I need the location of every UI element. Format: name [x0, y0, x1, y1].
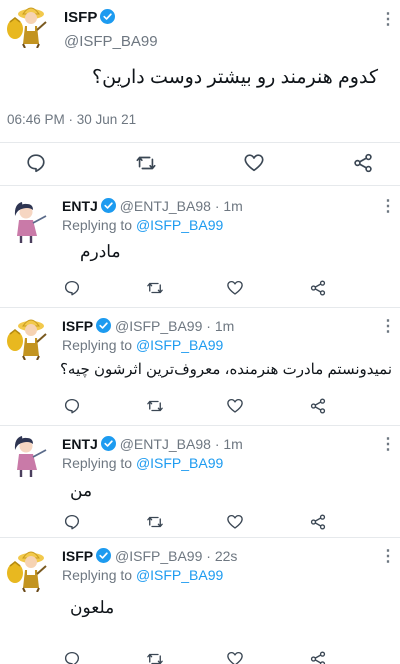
verified-badge-icon: [100, 436, 116, 451]
retweet-icon[interactable]: [135, 152, 157, 174]
share-icon[interactable]: [309, 650, 327, 664]
reply-text: من: [70, 481, 93, 500]
replying-prefix: Replying to: [62, 567, 133, 583]
replying-prefix: Replying to: [62, 217, 133, 233]
comment-icon[interactable]: [63, 397, 81, 415]
divider: [0, 142, 400, 143]
reply-text: نمیدونستم مادرت هنرمنده، معروف‌ترین اثرش…: [59, 361, 392, 378]
replying-to: Replying to @ISFP_BA99: [62, 455, 223, 471]
entj-avatar[interactable]: [6, 198, 52, 244]
reply-header: ISFP @ISFP_BA99 · 22s: [62, 548, 237, 564]
post-time: · 1m: [214, 436, 243, 452]
reply-tweet[interactable]: ENTJ @ENTJ_BA98 · 1m Replying to @ISFP_B…: [0, 188, 400, 308]
verified-badge-icon: [100, 9, 116, 24]
main-tweet: ISFP @ISFP_BA99 ⋮ کدوم هنرمند رو بیشتر د…: [0, 0, 400, 186]
mention-link[interactable]: @ISFP_BA99: [136, 567, 223, 583]
heart-icon[interactable]: [226, 279, 244, 297]
comment-icon[interactable]: [25, 152, 47, 174]
replying-prefix: Replying to: [62, 455, 133, 471]
display-name[interactable]: ISFP: [64, 9, 97, 26]
reply-header: ENTJ @ENTJ_BA98 · 1m: [62, 198, 243, 214]
heart-icon[interactable]: [226, 397, 244, 415]
reply-header: ISFP @ISFP_BA99 · 1m: [62, 318, 234, 334]
more-options-icon[interactable]: ⋮: [380, 319, 396, 335]
isfp-avatar[interactable]: [6, 2, 52, 48]
mention-link[interactable]: @ISFP_BA99: [136, 337, 223, 353]
tweet-timestamp[interactable]: 06:46 PM · 30 Jun 21: [7, 112, 136, 127]
more-options-icon[interactable]: ⋮: [380, 437, 396, 453]
handle[interactable]: @ISFP_BA99: [115, 318, 202, 334]
isfp-avatar[interactable]: [6, 314, 52, 360]
verified-badge-icon: [96, 318, 112, 333]
divider: [0, 185, 400, 186]
retweet-icon[interactable]: [146, 513, 164, 531]
reply-tweet[interactable]: ISFP @ISFP_BA99 · 22s Replying to @ISFP_…: [0, 538, 400, 664]
replying-prefix: Replying to: [62, 337, 133, 353]
entj-avatar[interactable]: [6, 432, 52, 478]
share-icon[interactable]: [309, 279, 327, 297]
reply-text: مادرم: [80, 242, 121, 261]
verified-badge-icon: [100, 198, 116, 213]
reply-header: ENTJ @ENTJ_BA98 · 1m: [62, 436, 243, 452]
verified-badge-icon: [96, 548, 112, 563]
reply-tweet[interactable]: ISFP @ISFP_BA99 · 1m Replying to @ISFP_B…: [0, 308, 400, 426]
handle[interactable]: @ENTJ_BA98: [120, 436, 211, 452]
author-name[interactable]: ISFP: [64, 9, 116, 27]
display-name[interactable]: ISFP: [62, 548, 93, 564]
share-icon[interactable]: [309, 513, 327, 531]
tweet-text: کدوم هنرمند رو بیشتر دوست دارین؟: [92, 67, 378, 88]
author-handle[interactable]: @ISFP_BA99: [64, 33, 158, 50]
heart-icon[interactable]: [243, 152, 265, 174]
isfp-avatar[interactable]: [6, 546, 52, 592]
retweet-icon[interactable]: [146, 279, 164, 297]
replying-to: Replying to @ISFP_BA99: [62, 567, 223, 583]
display-name[interactable]: ENTJ: [62, 198, 98, 214]
more-options-icon[interactable]: ⋮: [380, 12, 396, 28]
comment-icon[interactable]: [63, 513, 81, 531]
display-name[interactable]: ENTJ: [62, 436, 98, 452]
more-options-icon[interactable]: ⋮: [380, 199, 396, 215]
mention-link[interactable]: @ISFP_BA99: [136, 455, 223, 471]
display-name[interactable]: ISFP: [62, 318, 93, 334]
reply-text: ملعون: [70, 598, 115, 617]
post-time: · 22s: [206, 548, 238, 564]
more-options-icon[interactable]: ⋮: [380, 549, 396, 565]
heart-icon[interactable]: [226, 650, 244, 664]
mention-link[interactable]: @ISFP_BA99: [136, 217, 223, 233]
reply-tweet[interactable]: ENTJ @ENTJ_BA98 · 1m Replying to @ISFP_B…: [0, 426, 400, 538]
post-time: · 1m: [214, 198, 243, 214]
share-icon[interactable]: [309, 397, 327, 415]
retweet-icon[interactable]: [146, 650, 164, 664]
comment-icon[interactable]: [63, 650, 81, 664]
replying-to: Replying to @ISFP_BA99: [62, 337, 223, 353]
retweet-icon[interactable]: [146, 397, 164, 415]
post-time: · 1m: [206, 318, 235, 334]
handle[interactable]: @ENTJ_BA98: [120, 198, 211, 214]
share-icon[interactable]: [352, 152, 374, 174]
comment-icon[interactable]: [63, 279, 81, 297]
handle[interactable]: @ISFP_BA99: [115, 548, 202, 564]
heart-icon[interactable]: [226, 513, 244, 531]
replying-to: Replying to @ISFP_BA99: [62, 217, 223, 233]
